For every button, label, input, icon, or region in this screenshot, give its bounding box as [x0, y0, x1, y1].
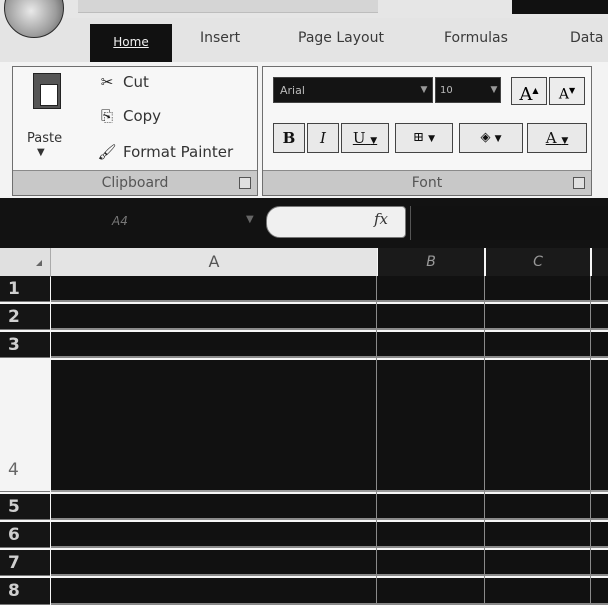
row-header[interactable]: 2: [0, 304, 50, 330]
row-header[interactable]: 3: [0, 332, 50, 358]
bold-button[interactable]: B: [273, 123, 305, 153]
underline-button[interactable]: U ▼: [341, 123, 389, 153]
insert-function-button[interactable]: fx: [374, 210, 388, 228]
chevron-down-icon[interactable]: ▼: [415, 77, 433, 103]
row-header-selected[interactable]: 4: [0, 360, 50, 492]
quick-access-toolbar[interactable]: [78, 0, 378, 13]
column-header-d[interactable]: [592, 248, 608, 276]
clipboard-dialog-launcher-icon[interactable]: [239, 177, 251, 189]
chevron-down-icon: ▼: [494, 134, 502, 144]
column-divider: [590, 276, 591, 605]
font-group-label: Font: [263, 170, 591, 195]
borders-icon: ⊞: [413, 130, 424, 145]
cut-label: Cut: [123, 73, 149, 91]
shrink-font-label: A: [558, 86, 569, 103]
paste-dropdown-arrow-icon[interactable]: ▼: [37, 147, 45, 158]
clipboard-group: Paste ▼ ✂ Cut ⎘ Copy 🖌 Format Painter Clipb…: [12, 66, 258, 196]
font-color-button[interactable]: A ▼: [527, 123, 587, 153]
font-name-select[interactable]: Arial: [273, 77, 433, 103]
select-all-button[interactable]: [0, 248, 51, 277]
format-painter-label: Format Painter: [123, 143, 234, 161]
chevron-down-icon[interactable]: ▼: [487, 77, 501, 103]
italic-button[interactable]: I: [307, 123, 339, 153]
shrink-font-button[interactable]: A▼: [549, 77, 585, 105]
table-row[interactable]: [51, 578, 608, 605]
clipboard-paste-icon[interactable]: [33, 73, 61, 109]
table-row[interactable]: [51, 332, 608, 358]
tab-data[interactable]: Data: [570, 30, 603, 46]
formula-input[interactable]: [410, 206, 608, 240]
table-row[interactable]: [51, 304, 608, 330]
column-divider: [376, 276, 377, 605]
copy-button[interactable]: ⎘ Copy: [97, 107, 161, 125]
font-dialog-launcher-icon[interactable]: [573, 177, 585, 189]
underline-label: U: [352, 129, 366, 147]
tab-formulas[interactable]: Formulas: [444, 30, 508, 46]
row-header[interactable]: 1: [0, 276, 50, 302]
tab-page-layout[interactable]: Page Layout: [298, 30, 384, 46]
column-divider: [484, 276, 485, 605]
copy-icon: ⎘: [100, 107, 113, 125]
tab-home[interactable]: Home: [90, 24, 172, 62]
table-row-selected[interactable]: [51, 360, 608, 492]
select-all-triangle-icon: [36, 260, 42, 266]
row-header[interactable]: 7: [0, 550, 50, 576]
ribbon-tab-bar: Home Insert Page Layout Formulas Data: [0, 18, 608, 63]
table-row[interactable]: [51, 276, 608, 302]
formula-bar: A4 ▼ fx: [0, 198, 608, 248]
column-header-b[interactable]: B: [378, 248, 484, 276]
borders-button[interactable]: ⊞ ▼: [395, 123, 453, 153]
ribbon: Paste ▼ ✂ Cut ⎘ Copy 🖌 Format Painter Clipb…: [0, 62, 608, 198]
paste-button[interactable]: Paste: [27, 131, 62, 146]
name-box[interactable]: A4: [0, 198, 240, 248]
fill-color-button[interactable]: ◈ ▼: [459, 123, 523, 153]
grow-font-button[interactable]: A▲: [511, 77, 547, 105]
chevron-down-icon: ▼: [561, 136, 569, 146]
clipboard-group-label: Clipboard: [13, 170, 257, 195]
font-color-label: A: [545, 129, 557, 147]
table-row[interactable]: [51, 522, 608, 548]
row-header[interactable]: 8: [0, 578, 50, 605]
cut-button[interactable]: ✂ Cut: [97, 73, 149, 91]
table-row[interactable]: [51, 494, 608, 520]
fill-color-icon: ◈: [480, 130, 491, 145]
row-header[interactable]: 6: [0, 522, 50, 548]
chevron-down-icon: ▼: [428, 134, 435, 144]
chevron-down-icon: ▼: [370, 136, 378, 146]
worksheet-grid: A B C 1 2 3 4 5 6 7 8: [0, 248, 608, 605]
grow-font-label: A: [519, 84, 533, 105]
row-header[interactable]: 5: [0, 494, 50, 520]
copy-label: Copy: [123, 107, 162, 125]
paintbrush-icon: 🖌: [97, 143, 117, 161]
chevron-down-icon[interactable]: ▼: [246, 214, 254, 225]
column-header-c[interactable]: C: [486, 248, 590, 276]
column-header-a[interactable]: A: [51, 248, 377, 277]
name-box-value: A4: [112, 214, 128, 228]
title-bar-right: [512, 0, 608, 14]
font-group: Arial ▼ 10 ▼ A▲ A▼ B I U ▼ ⊞ ▼ ◈ ▼ A ▼ F…: [262, 66, 592, 196]
tab-insert[interactable]: Insert: [200, 30, 240, 46]
table-row[interactable]: [51, 550, 608, 576]
scissors-icon: ✂: [100, 73, 114, 91]
format-painter-button[interactable]: 🖌 Format Painter: [97, 143, 233, 161]
